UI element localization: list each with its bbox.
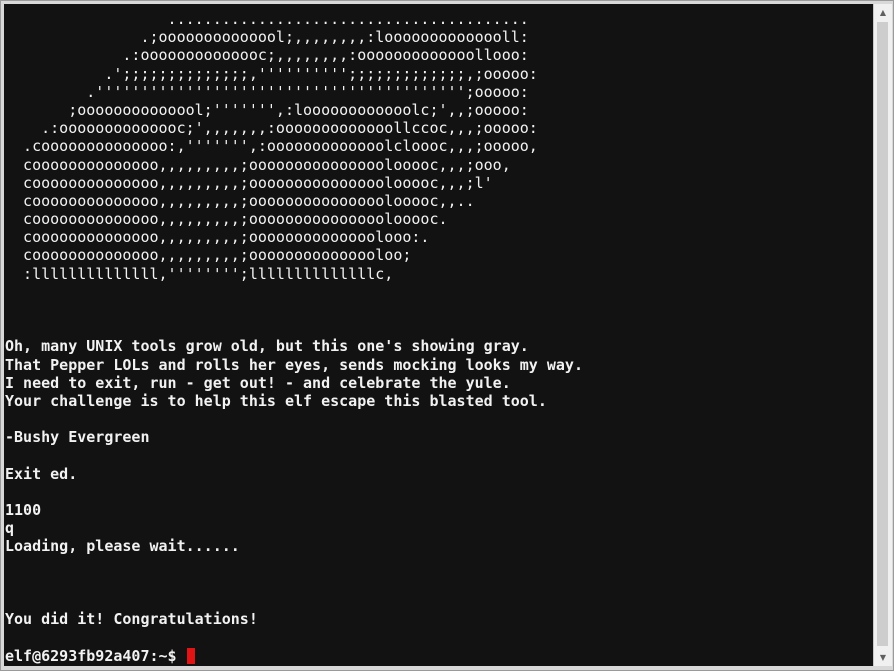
- ascii-art-line: coooooooooooooo,,,,,,,,,;ooooooooooooooo…: [5, 155, 511, 174]
- scroll-down-arrow-icon[interactable]: ▼: [874, 649, 892, 666]
- success-message: You did it! Congratulations!: [5, 610, 258, 629]
- ascii-art-line: coooooooooooooo,,,,,,,,,;ooooooooooooool…: [5, 228, 430, 247]
- ascii-art-line: :llllllllllllll,'''''''';llllllllllllllc…: [5, 264, 394, 283]
- ascii-art-line: .:oooooooooooooc;,,,,,,,,:oooooooooooool…: [5, 46, 529, 65]
- ascii-art-line: .coooooooooooooo:,''''''',:ooooooooooooo…: [5, 137, 538, 156]
- ascii-art-line: coooooooooooooo,,,,,,,,,;ooooooooooooooo…: [5, 191, 475, 210]
- ascii-art-line: .:oooooooooooooc;',,,,,,,:oooooooooooool…: [5, 119, 538, 138]
- ascii-art-line: ;oooooooooooool;''''''',:loooooooooooolc…: [5, 100, 529, 119]
- loading-message: Loading, please wait......: [5, 537, 240, 556]
- vertical-scrollbar[interactable]: ▲ ▼: [873, 4, 892, 666]
- scrollbar-thumb[interactable]: [877, 22, 888, 646]
- ascii-art-line: .'''''''''''''''''''''''''''''''''''''''…: [5, 82, 529, 101]
- ascii-art-line: coooooooooooooo,,,,,,,,,;ooooooooooooool…: [5, 246, 412, 265]
- scroll-up-arrow-icon[interactable]: ▲: [874, 4, 892, 21]
- terminal-output[interactable]: ........................................…: [4, 4, 873, 666]
- terminal-window: ........................................…: [0, 0, 894, 671]
- ascii-art-banner: ........................................…: [4, 10, 873, 283]
- ascii-art-line: .';;;;;;;;;;;;;;,'''''''''';;;;;;;;;;;;;…: [5, 64, 538, 83]
- ascii-art-line: .;oooooooooooool;,,,,,,,,:looooooooooooo…: [5, 28, 529, 47]
- text-cursor[interactable]: [186, 647, 195, 664]
- shell-prompt: elf@6293fb92a407:~$: [5, 646, 186, 665]
- typed-command: q: [5, 519, 15, 538]
- task-instruction: Exit ed.: [5, 464, 78, 483]
- prompt-line[interactable]: elf@6293fb92a407:~$: [4, 647, 873, 665]
- poem-line: I need to exit, run - get out! - and cel…: [5, 373, 511, 392]
- poem-line: Oh, many UNIX tools grow old, but this o…: [5, 337, 529, 356]
- poem-line: That Pepper LOLs and rolls her eyes, sen…: [5, 355, 583, 374]
- ascii-art-line: coooooooooooooo,,,,,,,,,;ooooooooooooooo…: [5, 173, 493, 192]
- poem-signature: -Bushy Evergreen: [5, 428, 150, 447]
- ed-byte-count: 1100: [5, 501, 42, 520]
- poem-line: Your challenge is to help this elf escap…: [5, 391, 547, 410]
- ascii-art-line: ........................................: [5, 10, 529, 28]
- ascii-art-line: coooooooooooooo,,,,,,,,,;ooooooooooooooo…: [5, 210, 448, 229]
